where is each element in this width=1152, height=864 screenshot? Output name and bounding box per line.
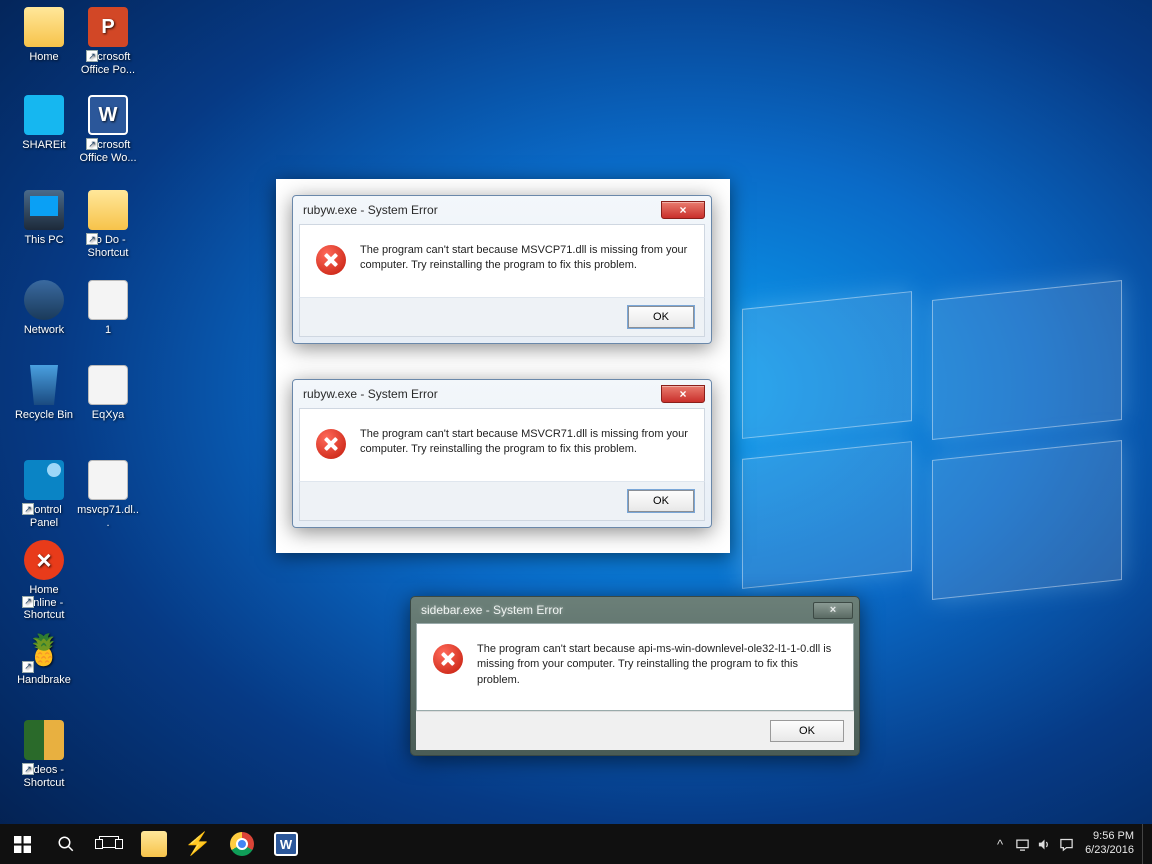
desktop-icon-homeo[interactable]: ×↗Home Online - Shortcut <box>12 540 76 622</box>
shortcut-arrow-icon: ↗ <box>22 661 34 673</box>
pc-icon <box>24 190 64 230</box>
desktop-icon-net[interactable]: Network <box>12 280 76 337</box>
desktop-icon-one[interactable]: 1 <box>76 280 140 337</box>
desktop-icon-pc[interactable]: This PC <box>12 190 76 247</box>
dialog-title: rubyw.exe - System Error <box>303 203 661 217</box>
desktop-icon-shareit[interactable]: SHAREit <box>12 95 76 152</box>
tray-overflow-icon[interactable]: ^ <box>989 824 1011 864</box>
dialog-title: sidebar.exe - System Error <box>421 603 813 617</box>
tray-network-icon[interactable] <box>1011 824 1033 864</box>
desktop-icon-label: Home <box>12 51 76 64</box>
close-button[interactable]: × <box>813 602 853 619</box>
dialog-titlebar[interactable]: rubyw.exe - System Error× <box>293 380 711 408</box>
ppt-icon: P <box>88 7 128 47</box>
desktop-icon-label: SHAREit <box>12 139 76 152</box>
close-button[interactable]: × <box>661 385 705 403</box>
error-icon <box>433 644 463 674</box>
dialog-title: rubyw.exe - System Error <box>303 387 661 401</box>
dialog-titlebar[interactable]: sidebar.exe - System Error× <box>411 597 859 623</box>
desktop-icon-word[interactable]: W↗Microsoft Office Wo... <box>76 95 140 164</box>
desktop-icon-bin[interactable]: Recycle Bin <box>12 365 76 422</box>
desktop-icon-todo[interactable]: ↗To Do - Shortcut <box>76 190 140 259</box>
show-desktop-button[interactable] <box>1142 824 1148 864</box>
desktop-icon-cp[interactable]: ↗Control Panel <box>12 460 76 529</box>
desktop-icon-eqxya[interactable]: EqXya <box>76 365 140 422</box>
dialog-message: The program can't start because MSVCP71.… <box>360 243 688 275</box>
start-button[interactable] <box>0 824 44 864</box>
tray-volume-icon[interactable] <box>1033 824 1055 864</box>
word-icon: W <box>88 95 128 135</box>
error-dialog-2: sidebar.exe - System Error× The program c… <box>410 596 860 756</box>
vid-icon <box>24 720 64 760</box>
desktop-icon-label: 1 <box>76 324 140 337</box>
ok-button[interactable]: OK <box>770 720 844 742</box>
error-icon <box>316 429 346 459</box>
taskbar-app-chrome[interactable] <box>220 824 264 864</box>
homeo-icon: × <box>24 540 64 580</box>
taskbar-app-file-explorer[interactable] <box>132 824 176 864</box>
desktop-icon-hb[interactable]: 🍍↗Handbrake <box>12 630 76 687</box>
tray-action-center-icon[interactable] <box>1055 824 1077 864</box>
desktop-icon-vid[interactable]: ↗Videos - Shortcut <box>12 720 76 789</box>
net-icon <box>24 280 64 320</box>
desktop-icon-ppt[interactable]: P↗Microsoft Office Po... <box>76 7 140 76</box>
shortcut-arrow-icon: ↗ <box>22 763 34 775</box>
shortcut-arrow-icon: ↗ <box>86 50 98 62</box>
taskbar-app-winamp[interactable]: ⚡ <box>176 824 220 864</box>
home-icon <box>24 7 64 47</box>
taskbar-clock[interactable]: 9:56 PM 6/23/2016 <box>1077 830 1142 858</box>
error-dialog-0: rubyw.exe - System Error× The program can… <box>292 195 712 344</box>
todo-icon <box>88 190 128 230</box>
desktop-icon-label: msvcp71.dl... <box>76 504 140 529</box>
desktop-icon-label: This PC <box>12 234 76 247</box>
search-button[interactable] <box>44 824 88 864</box>
shareit-icon <box>24 95 64 135</box>
dialog-message: The program can't start because MSVCR71.… <box>360 427 688 459</box>
dll-icon <box>88 460 128 500</box>
desktop-icon-label: EqXya <box>76 409 140 422</box>
dialog-message: The program can't start because api-ms-w… <box>477 642 837 688</box>
error-dialog-1: rubyw.exe - System Error× The program can… <box>292 379 712 528</box>
desktop-icon-label: Network <box>12 324 76 337</box>
error-icon <box>316 245 346 275</box>
taskbar: ⚡ W ^ 9:56 PM 6/23/2016 <box>0 824 1152 864</box>
shortcut-arrow-icon: ↗ <box>86 138 98 150</box>
ok-button[interactable]: OK <box>628 490 694 512</box>
taskbar-time: 9:56 PM <box>1085 830 1134 844</box>
ok-button[interactable]: OK <box>628 306 694 328</box>
desktop-icon-dll[interactable]: msvcp71.dl... <box>76 460 140 529</box>
shortcut-arrow-icon: ↗ <box>86 233 98 245</box>
task-view-button[interactable] <box>88 824 132 864</box>
taskbar-app-word[interactable]: W <box>264 824 308 864</box>
shortcut-arrow-icon: ↗ <box>22 596 34 608</box>
one-icon <box>88 280 128 320</box>
taskbar-date: 6/23/2016 <box>1085 844 1134 858</box>
dialog-titlebar[interactable]: rubyw.exe - System Error× <box>293 196 711 224</box>
bin-icon <box>24 365 64 405</box>
eqxya-icon <box>88 365 128 405</box>
desktop-icon-label: Handbrake <box>12 674 76 687</box>
shortcut-arrow-icon: ↗ <box>22 503 34 515</box>
close-button[interactable]: × <box>661 201 705 219</box>
desktop-icon-label: Recycle Bin <box>12 409 76 422</box>
desktop-icon-home[interactable]: Home <box>12 7 76 64</box>
cp-icon <box>24 460 64 500</box>
